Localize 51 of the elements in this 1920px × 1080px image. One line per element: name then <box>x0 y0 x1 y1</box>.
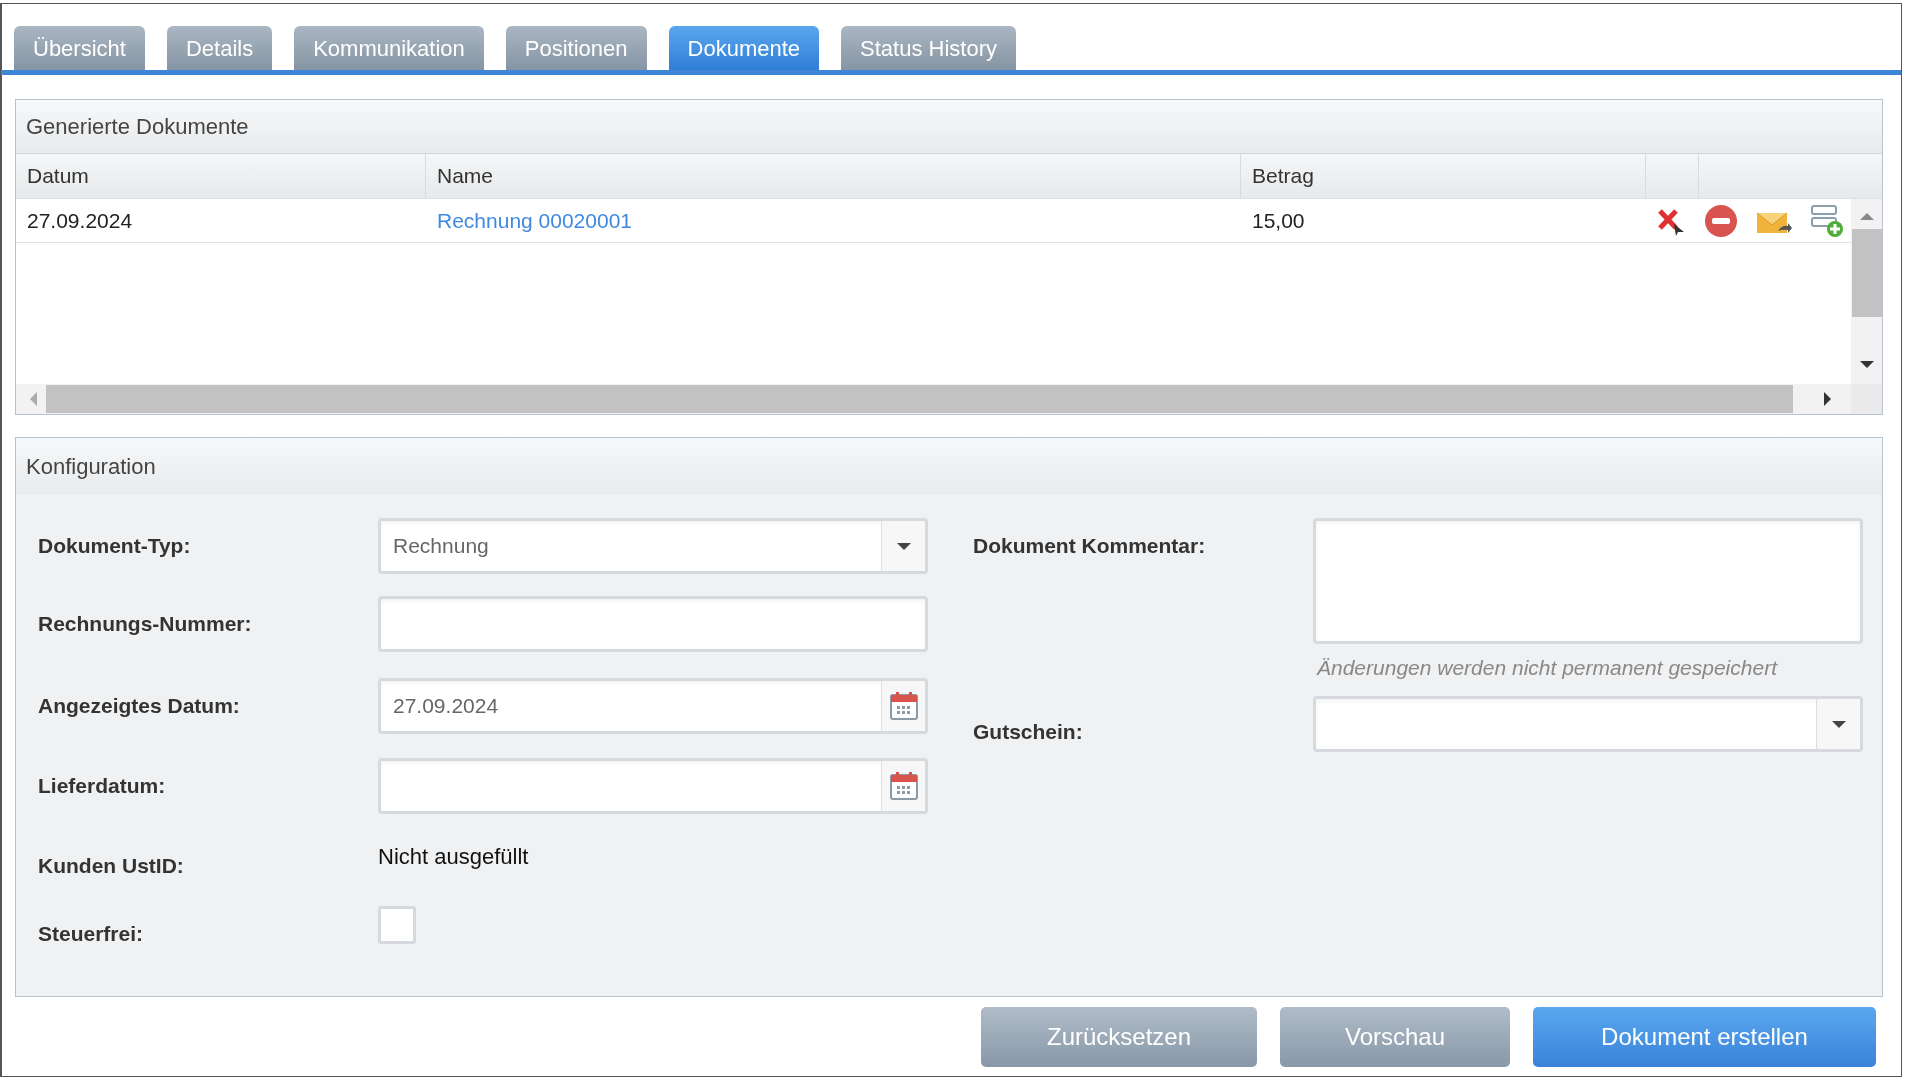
scroll-right-arrow-icon[interactable] <box>1823 391 1833 407</box>
scroll-up-arrow-icon[interactable] <box>1858 211 1875 221</box>
value-text: Nicht ausgefüllt <box>378 843 529 871</box>
date-field[interactable]: 27.09.2024 <box>378 678 928 734</box>
input-field[interactable] <box>378 596 928 652</box>
column-header: Betrag <box>1241 154 1646 198</box>
action-button[interactable]: Dokument erstellen <box>1533 1007 1876 1067</box>
dropdown-field[interactable] <box>1313 696 1863 752</box>
column-header: Name <box>426 154 1241 198</box>
field-label: Dokument Kommentar: <box>973 534 1206 557</box>
field-label: Gutschein: <box>973 720 1083 743</box>
caret-icon <box>895 541 912 551</box>
scrollbar-corner <box>1851 384 1882 414</box>
tab[interactable]: Status History <box>841 26 1016 70</box>
field-label: Rechnungs-Nummer: <box>38 612 252 635</box>
field-label: Angezeigtes Datum: <box>38 694 240 717</box>
tab[interactable]: Positionen <box>505 26 647 70</box>
calendar-icon <box>888 691 919 721</box>
comment-textarea[interactable] <box>1313 518 1863 644</box>
date-field[interactable] <box>378 758 928 814</box>
calendar-button[interactable] <box>881 761 925 811</box>
scrollbar-thumb[interactable] <box>1851 229 1882 317</box>
column-header: Datum <box>16 154 426 198</box>
table-cell-text: 15,00 <box>1251 207 1306 234</box>
table-cell-text: 27.09.2024 <box>26 207 134 234</box>
panel-title: Konfiguration <box>16 438 1882 494</box>
field-label: Lieferdatum: <box>38 774 166 797</box>
field-label: Steuerfrei: <box>38 922 144 945</box>
add-list-icon[interactable] <box>1810 203 1844 238</box>
tab[interactable]: Dokumente <box>668 26 820 70</box>
field-label: Kunden UstID: <box>38 854 184 877</box>
hint-text: Änderungen werden nicht permanent gespeichert <box>1315 655 1779 681</box>
field-label: Dokument-Typ: <box>38 534 191 557</box>
vertical-scrollbar[interactable] <box>1851 199 1882 384</box>
caret-icon <box>1830 719 1847 729</box>
dropdown-field[interactable]: Rechnung <box>378 518 928 574</box>
calendar-button[interactable] <box>881 681 925 731</box>
action-button[interactable]: Vorschau <box>1280 1007 1510 1067</box>
tab[interactable]: Kommunikation <box>294 26 484 70</box>
dropdown-button[interactable] <box>881 521 925 571</box>
tab[interactable]: Übersicht <box>14 26 145 70</box>
remove-circle-icon[interactable] <box>1704 203 1738 238</box>
document-link[interactable]: Rechnung 00020001 <box>437 208 632 232</box>
dropdown-button[interactable] <box>1816 699 1860 749</box>
checkbox[interactable] <box>378 906 416 944</box>
tab[interactable]: Details <box>166 26 273 70</box>
action-button[interactable]: Zurücksetzen <box>981 1007 1257 1067</box>
calendar-icon <box>888 771 919 801</box>
scroll-down-arrow-icon[interactable] <box>1858 360 1875 370</box>
panel-title: Generierte Dokumente <box>16 100 1882 154</box>
scroll-left-arrow-icon[interactable] <box>28 391 38 407</box>
